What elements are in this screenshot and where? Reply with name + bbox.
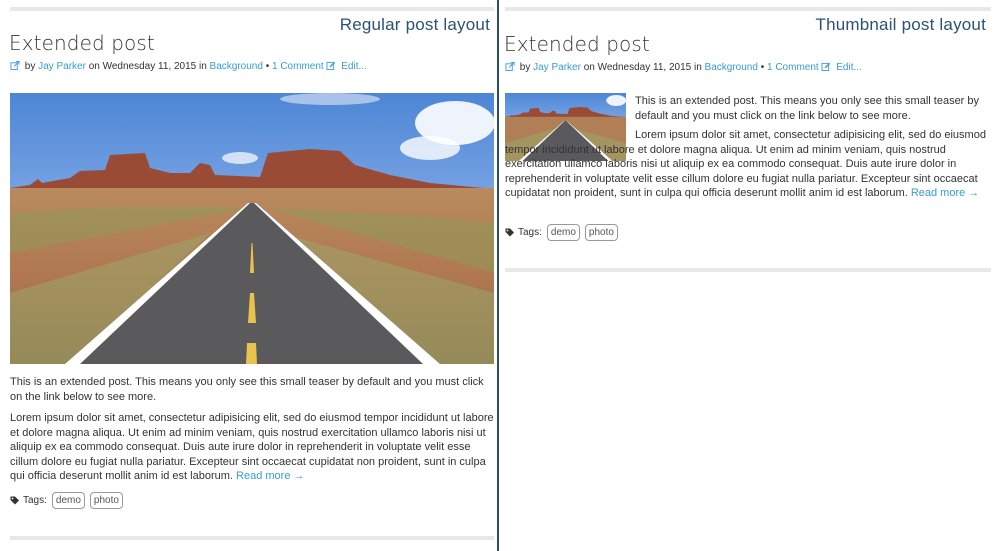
post-excerpt: This is an extended post. This means you…: [10, 375, 496, 491]
meta-separator: •: [265, 61, 270, 72]
category-link[interactable]: Background: [210, 61, 263, 72]
meta-by: by: [24, 61, 36, 72]
teaser-text: This is an extended post. This means you…: [635, 95, 980, 122]
bottom-divider: [505, 268, 991, 272]
panel-divider: [497, 0, 499, 551]
tag-photo[interactable]: photo: [89, 492, 123, 509]
external-link-icon: [505, 62, 515, 71]
author-link[interactable]: Jay Parker: [533, 62, 581, 73]
post-title[interactable]: Extended post: [504, 32, 650, 56]
meta-date: on Wednesday 11, 2015 in: [583, 62, 702, 73]
bottom-divider: [10, 536, 494, 540]
author-link[interactable]: Jay Parker: [38, 61, 86, 72]
body-paragraph: Lorem ipsum dolor sit amet, consectetur …: [10, 411, 496, 484]
edit-link[interactable]: Edit...: [836, 62, 862, 73]
post-meta: by Jay Parker on Wednesday 11, 2015 in B…: [505, 62, 862, 73]
comments-link[interactable]: 1 Comment: [272, 61, 324, 72]
post-tags: Tags: demo photo: [505, 224, 618, 241]
desert-road-image: [10, 93, 494, 364]
tag-demo[interactable]: demo: [546, 224, 580, 241]
edit-icon: [821, 62, 831, 71]
edit-icon: [326, 61, 336, 70]
meta-by: by: [519, 62, 531, 73]
external-link-icon: [10, 61, 20, 70]
meta-separator: •: [760, 62, 765, 73]
tags-label: Tags:: [518, 227, 542, 238]
regular-post-panel: Regular post layout Extended post by Jay…: [0, 0, 498, 551]
layout-label: Regular post layout: [339, 15, 490, 34]
thumbnail-post-panel: Thumbnail post layout Extended post by J…: [500, 0, 1000, 551]
comments-link[interactable]: 1 Comment: [767, 62, 819, 73]
tag-photo[interactable]: photo: [584, 224, 618, 241]
top-divider: [10, 7, 494, 11]
edit-link[interactable]: Edit...: [341, 61, 367, 72]
post-excerpt: Lorem ipsum dolor sit amet, consectetur …: [505, 128, 991, 208]
post-meta: by Jay Parker on Wednesday 11, 2015 in B…: [10, 61, 367, 72]
category-link[interactable]: Background: [705, 62, 758, 73]
post-tags: Tags: demo photo: [10, 492, 123, 509]
top-divider: [505, 7, 991, 11]
featured-image[interactable]: [10, 93, 494, 364]
tags-icon: [505, 228, 514, 236]
read-more-link[interactable]: Read more →: [911, 187, 979, 199]
post-title[interactable]: Extended post: [9, 31, 155, 55]
teaser-text: This is an extended post. This means you…: [10, 376, 484, 403]
body-paragraph: Lorem ipsum dolor sit amet, consectetur …: [505, 128, 991, 201]
meta-date: on Wednesday 11, 2015 in: [88, 61, 207, 72]
layout-label: Thumbnail post layout: [815, 15, 986, 34]
tag-demo[interactable]: demo: [51, 492, 85, 509]
tags-icon: [10, 496, 19, 504]
tags-label: Tags:: [23, 495, 47, 506]
read-more-link[interactable]: Read more →: [236, 470, 304, 482]
